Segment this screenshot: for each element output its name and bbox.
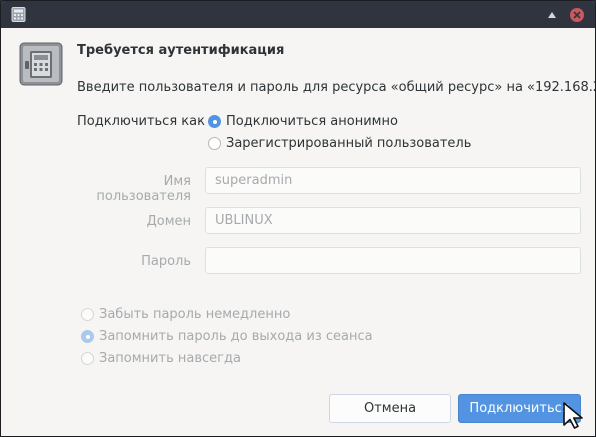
cancel-button[interactable]: Отмена [329,394,451,423]
titlebar[interactable] [1,1,595,28]
dialog-description: Введите пользователя и пароль для ресурс… [77,80,596,95]
close-button[interactable] [570,8,584,22]
calculator-app-icon [11,7,26,22]
minimize-button[interactable] [545,8,559,22]
radio-indicator[interactable] [81,352,94,365]
radio-label: Запомнить пароль до выхода из сеанса [99,329,373,344]
radio-registered-user[interactable]: Зарегистрированный пользователь [208,136,471,151]
radio-forget-immediately[interactable]: Забыть пароль немедленно [81,307,290,322]
password-label: Пароль [141,254,191,269]
dialog-heading: Требуется аутентификация [77,43,285,58]
username-field[interactable]: superadmin [205,167,581,194]
password-field[interactable] [205,247,581,274]
radio-indicator[interactable] [81,308,94,321]
triangle-up-icon [547,8,557,23]
password-keyring-icon [18,41,64,87]
radio-label: Забыть пароль немедленно [99,307,291,322]
radio-connect-anonymous[interactable]: Подключиться анонимно [208,114,398,129]
radio-label: Зарегистрированный пользователь [226,136,472,151]
radio-label: Подключиться анонимно [226,114,398,129]
domain-field[interactable]: UBLINUX [205,207,581,234]
domain-label: Домен [146,214,191,229]
radio-remember-forever[interactable]: Запомнить навсегда [81,351,241,366]
auth-dialog-window: Требуется аутентификация Введите пользов… [0,0,596,437]
radio-remember-session[interactable]: Запомнить пароль до выхода из сеанса [81,329,373,344]
radio-indicator[interactable] [81,330,94,343]
mouse-pointer-icon [562,401,586,431]
radio-indicator[interactable] [208,115,221,128]
close-icon [570,8,584,22]
connect-as-label: Подключиться как [77,114,205,129]
radio-indicator[interactable] [208,137,221,150]
username-label: Имя пользователя [96,174,191,204]
radio-label: Запомнить навсегда [99,351,241,366]
